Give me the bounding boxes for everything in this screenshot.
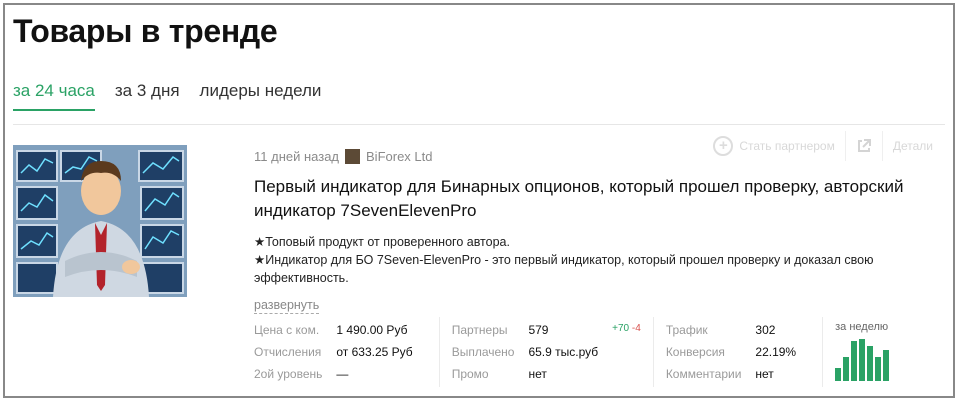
second-level-label: 2ой уровень — [254, 367, 323, 381]
week-label: за неделю — [835, 321, 889, 333]
product-title[interactable]: Первый индикатор для Бинарных опционов, … — [254, 175, 954, 223]
weekly-bar-chart — [835, 339, 890, 381]
week-bar — [883, 350, 890, 381]
comments-value: нет — [755, 367, 774, 381]
divider — [13, 124, 945, 125]
vendor-avatar[interactable] — [345, 149, 361, 164]
deductions-label: Отчисления — [254, 345, 322, 359]
stats-traffic-column: Трафик 302 Конверсия 22.19% Комментарии … — [665, 317, 824, 387]
page-title: Товары в тренде — [13, 13, 278, 49]
partners-up: +70 — [612, 323, 630, 334]
week-bar — [859, 339, 866, 381]
week-bar — [875, 357, 882, 381]
become-partner-button[interactable]: + Стать партнером — [703, 131, 845, 161]
deductions-value: от 633.25 Руб — [336, 345, 413, 359]
tab-week-leaders[interactable]: лидеры недели — [200, 77, 322, 111]
conversion-label: Конверсия — [665, 345, 725, 359]
description-line-2: ★Индикатор для БО 7Seven-ElevenPro - это… — [254, 253, 874, 285]
trader-illustration — [13, 145, 187, 297]
promo-value: нет — [528, 367, 547, 381]
week-bar — [835, 368, 842, 381]
product-image[interactable] — [13, 145, 187, 297]
product-actions: + Стать партнером Детали — [703, 131, 943, 161]
week-bar — [851, 341, 858, 381]
traffic-value: 302 — [755, 323, 776, 337]
details-label: Детали — [892, 139, 933, 153]
promo-label: Промо — [451, 367, 489, 381]
paid-label: Выплачено — [451, 345, 515, 359]
partners-down: -4 — [631, 323, 641, 334]
external-link-icon — [857, 139, 871, 152]
product-description: ★Топовый продукт от проверенного автора.… — [254, 233, 944, 287]
price-label: Цена с ком. — [254, 323, 320, 337]
product-stats: Цена с ком. 1 490.00 Руб Отчисления от 6… — [254, 317, 895, 387]
open-link-button[interactable] — [844, 131, 882, 161]
conversion-value: 22.19% — [755, 345, 797, 359]
tab-24h[interactable]: за 24 часа — [13, 77, 95, 111]
trending-panel: Товары в тренде за 24 часа за 3 дня лиде… — [3, 3, 955, 398]
partners-label: Партнеры — [451, 323, 508, 337]
details-button[interactable]: Детали — [881, 131, 943, 161]
vendor-name[interactable]: BiForex Ltd — [366, 149, 432, 164]
expand-link[interactable]: развернуть — [254, 298, 320, 314]
partners-value: 579 — [528, 323, 549, 337]
week-bar — [843, 357, 850, 381]
tab-3-days[interactable]: за 3 дня — [115, 77, 180, 111]
stats-price-column: Цена с ком. 1 490.00 Руб Отчисления от 6… — [254, 317, 440, 387]
time-ago: 11 дней назад — [254, 149, 340, 164]
period-tabs: за 24 часа за 3 дня лидеры недели — [13, 77, 321, 111]
second-level-value: — — [336, 367, 349, 381]
become-partner-label: Стать партнером — [739, 139, 835, 153]
week-bar — [867, 346, 874, 381]
stats-partners-column: Партнеры 579 +70 -4 Выплачено 65.9 тыс.р… — [452, 317, 654, 387]
comments-label: Комментарии — [665, 367, 742, 381]
partners-change: +70 -4 — [612, 323, 641, 337]
traffic-label: Трафик — [665, 323, 708, 337]
weekly-activity: за неделю — [835, 317, 895, 387]
plus-circle-icon: + — [713, 136, 734, 156]
paid-value: 65.9 тыс.руб — [528, 345, 599, 359]
price-value: 1 490.00 Руб — [336, 323, 408, 337]
description-line-1: ★Топовый продукт от проверенного автора. — [254, 235, 510, 249]
product-meta: 11 дней назад BiForex Ltd — [254, 149, 433, 164]
